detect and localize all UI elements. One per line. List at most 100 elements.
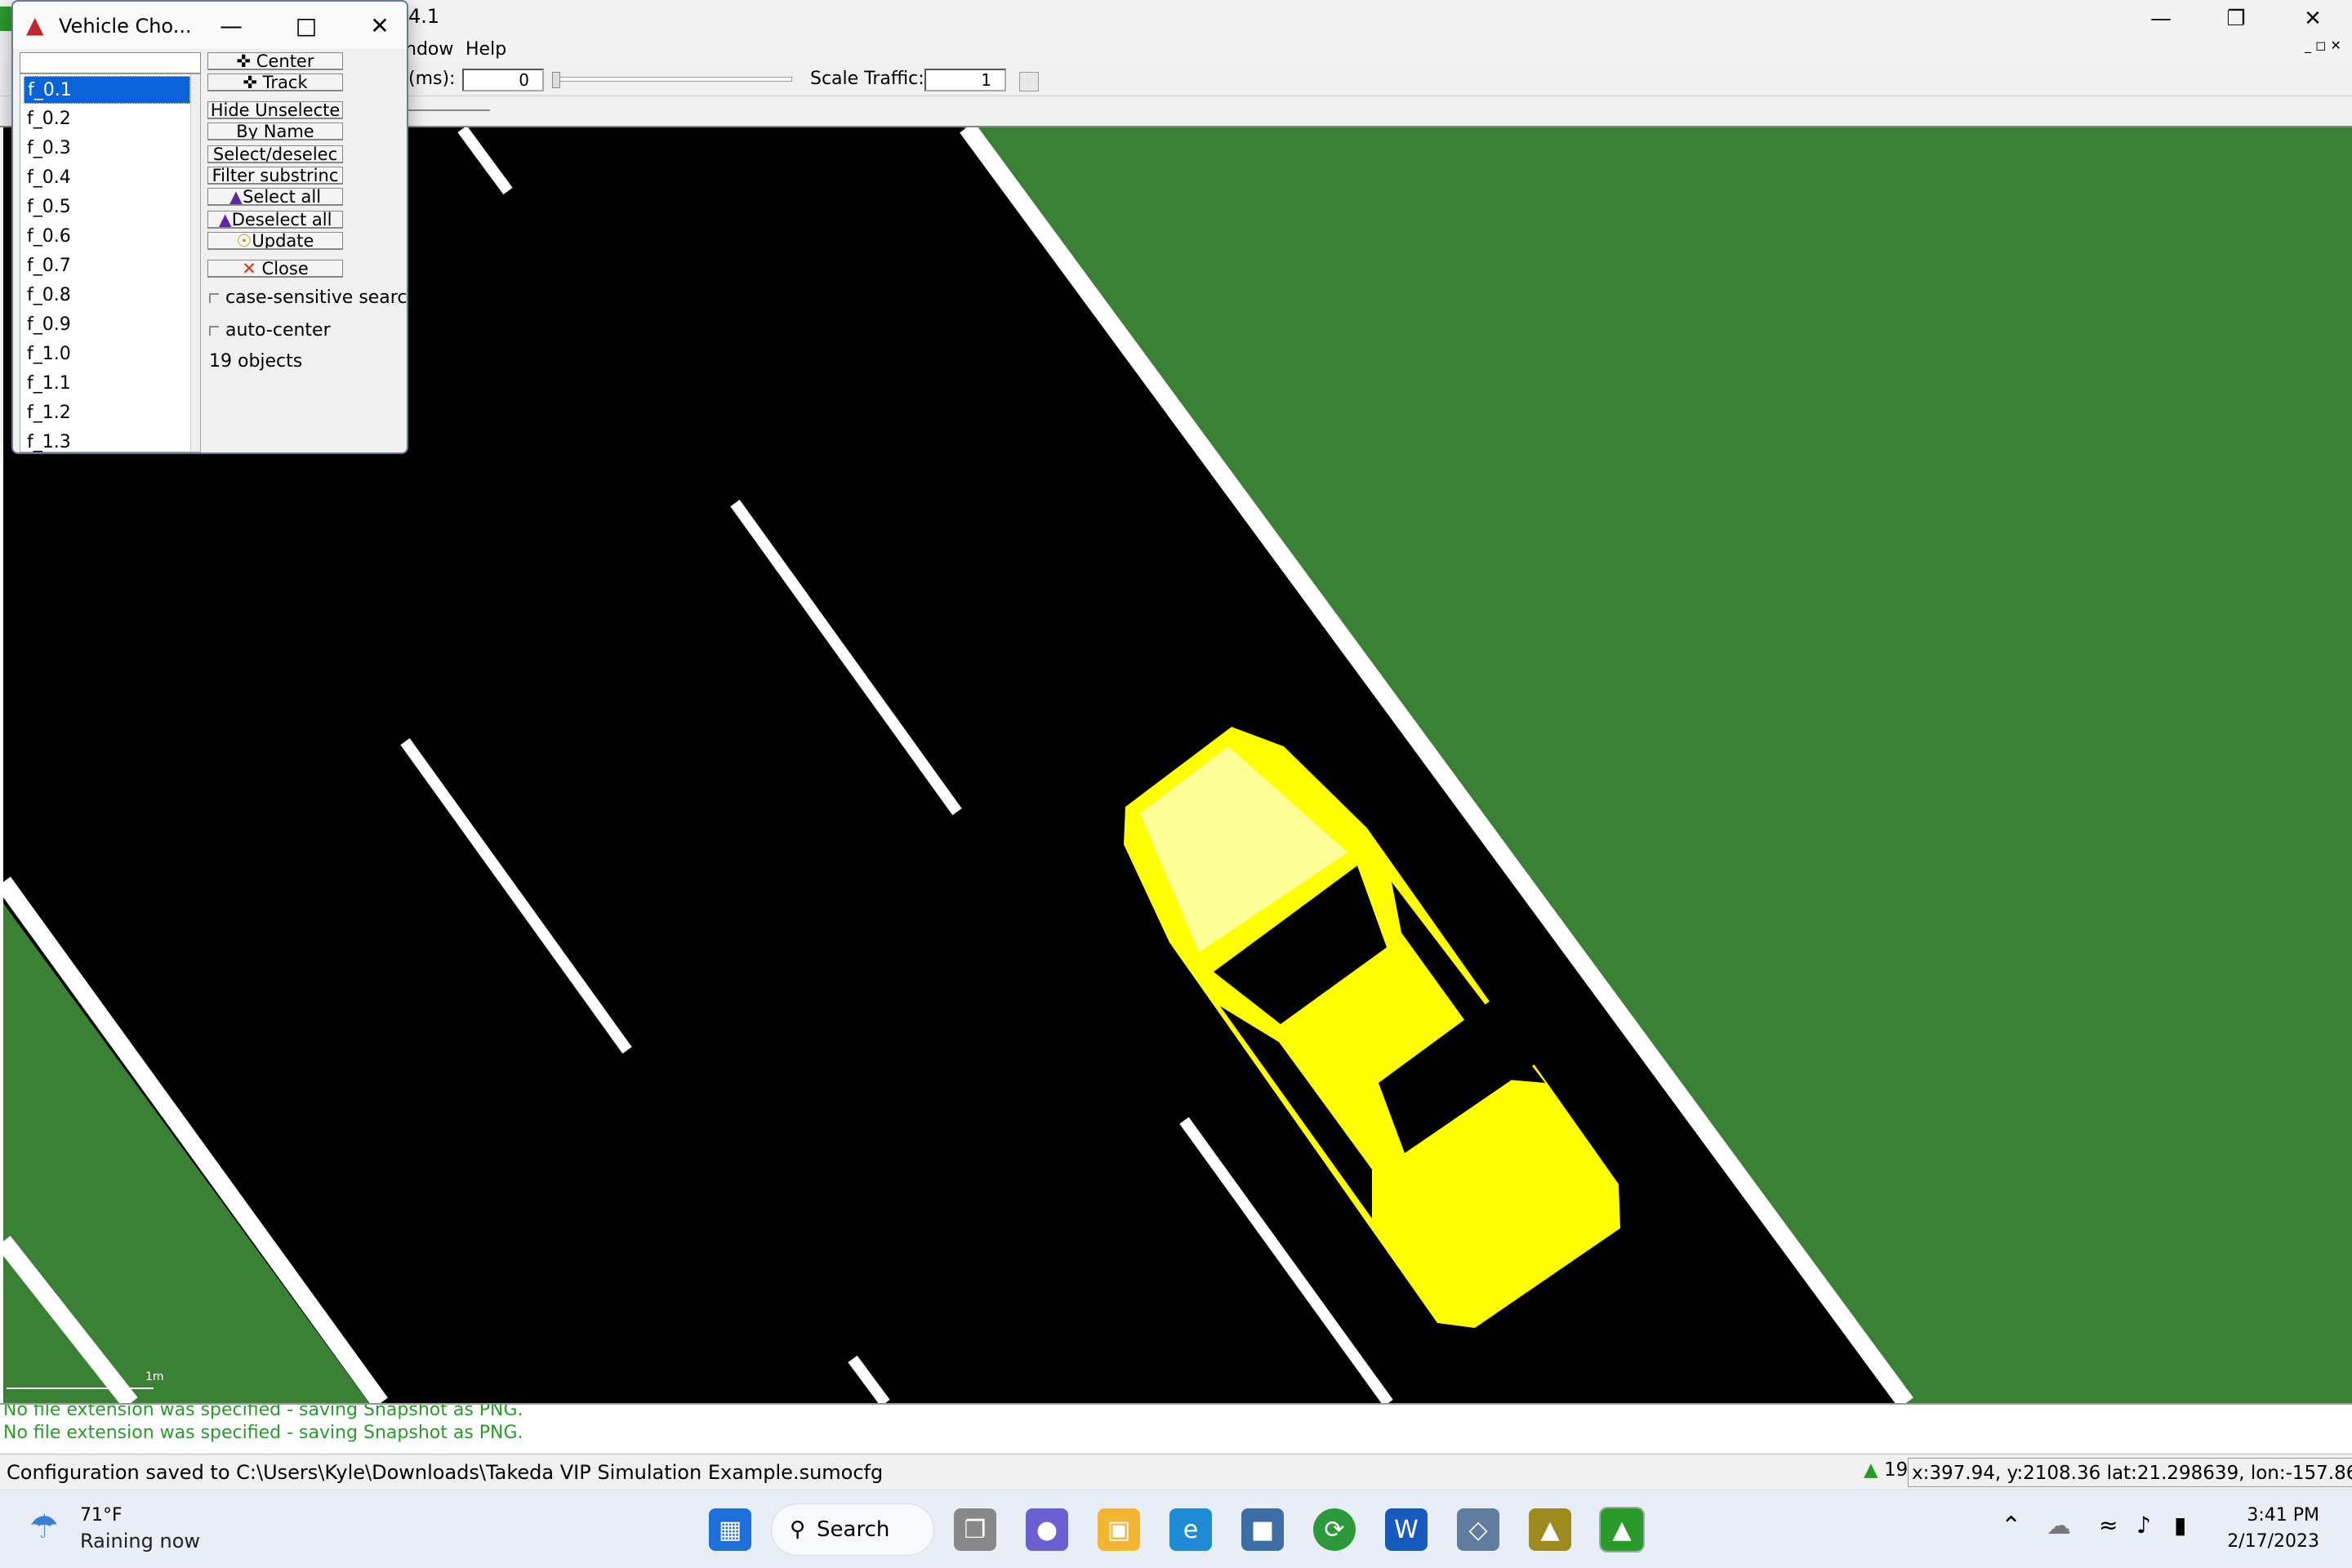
- list-item[interactable]: f_0.8: [24, 282, 190, 310]
- network-tool-icon[interactable]: ■: [1241, 1508, 1284, 1551]
- list-item[interactable]: f_0.1: [24, 76, 190, 104]
- list-item[interactable]: f_1.3: [24, 429, 190, 452]
- close-window-button[interactable]: ✕: [2275, 0, 2350, 38]
- file-explorer-icon[interactable]: ▣: [1098, 1508, 1140, 1551]
- delay-slider-thumb[interactable]: [552, 72, 560, 88]
- hide-unselected-button[interactable]: Hide Unselecte: [207, 101, 343, 119]
- dialog-minimize-button[interactable]: —: [194, 5, 268, 46]
- word-icon[interactable]: W: [1385, 1508, 1428, 1551]
- chat-icon[interactable]: ●: [1026, 1508, 1068, 1551]
- dialog-maximize-button[interactable]: □: [270, 5, 343, 46]
- search-label: Search: [817, 1517, 890, 1542]
- vehicle-chooser-dialog: ▲ Vehicle Cho... — □ ✕ f_0.1 f_0.2 f_0.3…: [11, 0, 408, 454]
- volume-icon[interactable]: ♪: [2136, 1512, 2151, 1539]
- dialog-title-bar: ▲ Vehicle Cho... — □ ✕: [13, 2, 407, 49]
- mdi-controls[interactable]: _ ◻ ✕: [2305, 38, 2341, 53]
- scale-traffic-spinner[interactable]: 1: [924, 69, 1006, 91]
- list-item[interactable]: f_0.6: [24, 223, 190, 251]
- clock-time[interactable]: 3:41 PM: [2238, 1505, 2319, 1526]
- close-icon: ✕: [2304, 7, 2322, 31]
- weather-description[interactable]: Raining now: [80, 1530, 200, 1552]
- maximize-icon: □: [295, 11, 318, 39]
- list-item[interactable]: f_0.4: [24, 164, 190, 192]
- dialog-close-button[interactable]: ✕: [343, 5, 407, 46]
- minimize-icon: —: [2150, 7, 2172, 31]
- object-count: 19 objects: [209, 351, 303, 372]
- update-button[interactable]: ☉Update: [207, 232, 343, 250]
- scale-bar-label: 1m: [145, 1370, 164, 1383]
- message-pane[interactable]: No file extension was specified - saving…: [0, 1403, 2352, 1452]
- search-icon: ⚲: [790, 1517, 806, 1542]
- taskbar: ☂ 71°F Raining now ▦ ⚲ Search ❐ ● ▣ e ■ …: [0, 1490, 2352, 1568]
- sync-icon[interactable]: ⟳: [1313, 1508, 1356, 1551]
- chevron-up-icon[interactable]: ⌃: [2001, 1512, 2021, 1540]
- vehicle-search-input[interactable]: [20, 52, 201, 74]
- refresh-icon: ☉: [236, 232, 252, 250]
- status-bar: Configuration saved to C:\Users\Kyle\Dow…: [0, 1454, 2352, 1490]
- list-item[interactable]: f_0.2: [24, 105, 190, 133]
- message-line: No file extension was specified - saving…: [3, 1403, 523, 1420]
- list-item[interactable]: f_1.1: [24, 370, 190, 398]
- list-item[interactable]: f_0.3: [24, 135, 190, 163]
- main-window-title: 4.1: [408, 5, 440, 28]
- list-item[interactable]: f_0.7: [24, 252, 190, 280]
- status-message: Configuration saved to C:\Users\Kyle\Dow…: [7, 1461, 884, 1484]
- select-all-button[interactable]: ▲Select all: [207, 188, 343, 206]
- task-view-icon[interactable]: ❐: [954, 1508, 996, 1551]
- checkbox-box[interactable]: [209, 293, 219, 303]
- taskbar-search[interactable]: ⚲ Search: [771, 1503, 934, 1556]
- list-item[interactable]: f_0.5: [24, 194, 190, 221]
- close-icon: ✕: [370, 11, 390, 39]
- filter-substring-button[interactable]: Filter substrinc: [207, 167, 343, 185]
- select-deselect-button[interactable]: Select/deselec: [207, 145, 343, 163]
- minimize-button[interactable]: —: [2123, 0, 2198, 38]
- delay-spinner[interactable]: 0: [462, 69, 544, 91]
- grass-left: [3, 903, 369, 1403]
- app-icon: [0, 7, 11, 31]
- deselect-icon: ▲: [218, 211, 232, 229]
- list-item[interactable]: f_1.2: [24, 399, 190, 427]
- cursor-coordinates: x:397.94, y:2108.36 lat:21.298639, lon:-…: [1908, 1458, 2352, 1487]
- dialog-title: Vehicle Cho...: [59, 15, 192, 38]
- virtualbox-icon[interactable]: ◇: [1457, 1508, 1499, 1551]
- message-line: No file extension was specified - saving…: [3, 1423, 523, 1443]
- menu-help[interactable]: Help: [466, 38, 506, 62]
- list-item[interactable]: f_1.0: [24, 341, 190, 368]
- scale-traffic-label: Scale Traffic:: [810, 69, 924, 89]
- center-button[interactable]: ✜ Center: [207, 52, 343, 70]
- weather-rain-icon: ☂: [29, 1508, 59, 1546]
- select-icon: ▲: [229, 188, 243, 206]
- auto-center-checkbox[interactable]: auto-center: [209, 320, 331, 341]
- menu-window[interactable]: ndow: [405, 38, 453, 62]
- case-sensitive-checkbox[interactable]: case-sensitive search: [209, 287, 407, 308]
- cloud-icon[interactable]: ☁: [2047, 1512, 2071, 1540]
- deselect-all-button[interactable]: ▲Deselect all: [207, 211, 343, 229]
- clock-date[interactable]: 2/17/2023: [2213, 1531, 2319, 1552]
- restore-icon: ❐: [2226, 7, 2246, 31]
- car-icon: ▲: [1864, 1459, 1878, 1481]
- sumo-netedit-icon[interactable]: ▲: [1529, 1508, 1571, 1551]
- crosshair-icon: ✜: [236, 52, 256, 70]
- start-icon[interactable]: ▦: [709, 1508, 751, 1551]
- weather-temperature[interactable]: 71°F: [80, 1505, 122, 1526]
- toolbar-extra-button[interactable]: [1019, 72, 1039, 91]
- edge-icon[interactable]: e: [1169, 1508, 1212, 1551]
- lane-dash: [457, 127, 513, 195]
- list-item[interactable]: f_0.9: [24, 311, 190, 339]
- vehicle-count: ▲ 19: [1864, 1459, 1908, 1481]
- zoom-slider[interactable]: [400, 105, 490, 111]
- vehicle-count-value: 19: [1884, 1459, 1909, 1481]
- sumo-gui-icon[interactable]: ▲: [1599, 1507, 1645, 1552]
- lane-dash: [848, 1355, 890, 1403]
- by-name-button[interactable]: By Name: [207, 122, 343, 140]
- delay-slider[interactable]: [552, 77, 792, 82]
- app-root: { "main_window": { "title_suffix": "4.1"…: [0, 0, 2352, 1568]
- restore-button[interactable]: ❐: [2198, 0, 2274, 38]
- close-button[interactable]: ✕ Close: [207, 260, 343, 278]
- wifi-icon[interactable]: ≈: [2099, 1512, 2118, 1539]
- checkbox-box[interactable]: [209, 326, 219, 336]
- track-button[interactable]: ✜ Track: [207, 74, 343, 91]
- list-scrollbar[interactable]: [190, 74, 200, 452]
- battery-icon[interactable]: ▮: [2174, 1512, 2186, 1539]
- vehicle-list[interactable]: f_0.1 f_0.2 f_0.3 f_0.4 f_0.5 f_0.6 f_0.…: [20, 74, 201, 452]
